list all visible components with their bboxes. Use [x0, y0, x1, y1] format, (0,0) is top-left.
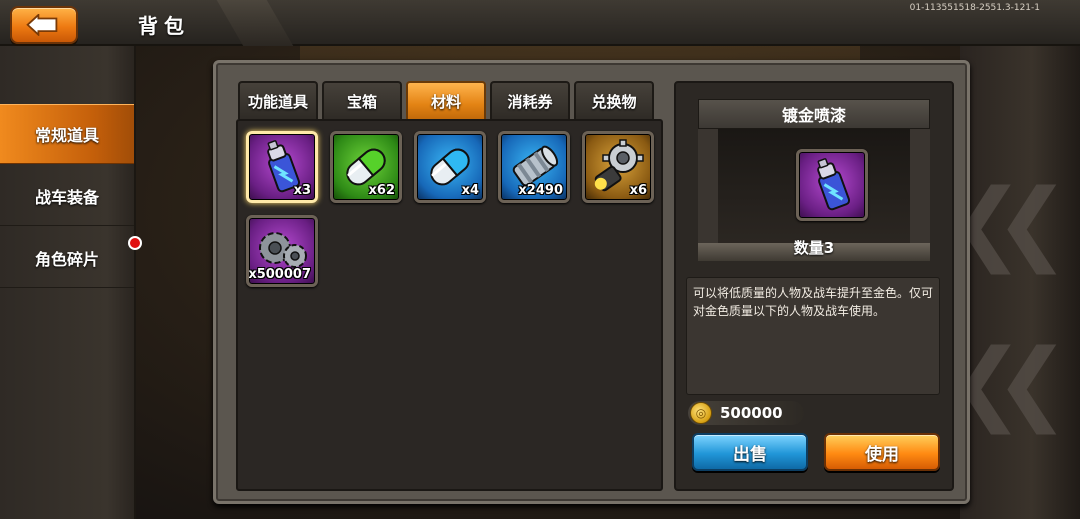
build-id-text: 01-113551518-2551.3-121-1	[909, 3, 1040, 13]
tab-function-items[interactable]: 功能道具	[238, 81, 318, 119]
page-title: 背包	[138, 14, 190, 38]
item-quantity: x62	[368, 183, 395, 198]
gold-coin-icon: ◎	[690, 402, 712, 424]
detail-item-name: 镀金喷漆	[698, 99, 930, 129]
sidebar-item-label: 常规道具	[34, 126, 99, 145]
back-button[interactable]	[10, 6, 78, 44]
tab-exchange-items[interactable]: 兑换物	[574, 81, 654, 119]
item-quantity: x2490	[518, 183, 563, 198]
item-quantity: x6	[629, 183, 647, 198]
spray-can-icon	[817, 158, 851, 211]
item-slot[interactable]: x6	[582, 131, 654, 203]
sell-price: ◎ 500000	[688, 401, 804, 425]
inventory-panel: 功能道具 宝箱 材料 消耗券 兑换物 x3 x62 x4 x2490 x6 x5…	[213, 60, 970, 504]
sidebar-item-label: 战车装备	[34, 187, 99, 207]
item-description: 可以将低质量的人物及战车提升至金色。仅可对金色质量以下的人物及战车使用。	[686, 277, 940, 395]
tab-label: 材料	[430, 92, 461, 111]
tab-label: 消耗券	[507, 92, 553, 111]
sidebar-item-vehicle-equipment[interactable]: 战车装备	[0, 166, 134, 226]
item-slot[interactable]: x2490	[498, 131, 570, 203]
use-button[interactable]: 使用	[824, 433, 940, 471]
tab-label: 宝箱	[346, 92, 377, 111]
item-slot[interactable]: x3	[246, 131, 318, 203]
sidebar-item-regular-items[interactable]: 常规道具	[0, 104, 134, 164]
tab-chests[interactable]: 宝箱	[322, 81, 402, 119]
item-slot[interactable]: x62	[330, 131, 402, 203]
item-quantity: x4	[461, 183, 479, 198]
sidebar-item-label: 角色碎片	[34, 249, 99, 269]
notification-badge	[128, 236, 142, 250]
detail-item-quantity: 数量3	[793, 239, 835, 257]
item-quantity: x500007	[248, 267, 311, 282]
item-quantity: x3	[293, 183, 311, 198]
top-bar: 背包 01-113551518-2551.3-121-1	[0, 0, 1080, 46]
tab-materials[interactable]: 材料	[406, 81, 486, 119]
sidebar-item-character-shards[interactable]: 角色碎片	[0, 228, 142, 288]
item-slot[interactable]: x500007	[246, 215, 318, 287]
detail-item-slot	[796, 149, 868, 221]
price-value: 500000	[720, 404, 783, 422]
item-slot[interactable]: x4	[414, 131, 486, 203]
sell-button[interactable]: 出售	[692, 433, 808, 471]
category-tabs: 功能道具 宝箱 材料 消耗券 兑换物	[238, 81, 654, 119]
item-detail-panel: 镀金喷漆 数量3 可以将低质量的人物及战车提升至金色。仅可对金色质量以下的人物及…	[674, 81, 954, 491]
tab-vouchers[interactable]: 消耗券	[490, 81, 570, 119]
sidebar: 常规道具 战车装备 角色碎片	[0, 46, 142, 519]
tab-label: 功能道具	[247, 92, 308, 111]
tab-label: 兑换物	[591, 92, 637, 111]
back-arrow-icon	[26, 14, 58, 36]
item-grid: x3 x62 x4 x2490 x6 x500007	[236, 119, 663, 491]
